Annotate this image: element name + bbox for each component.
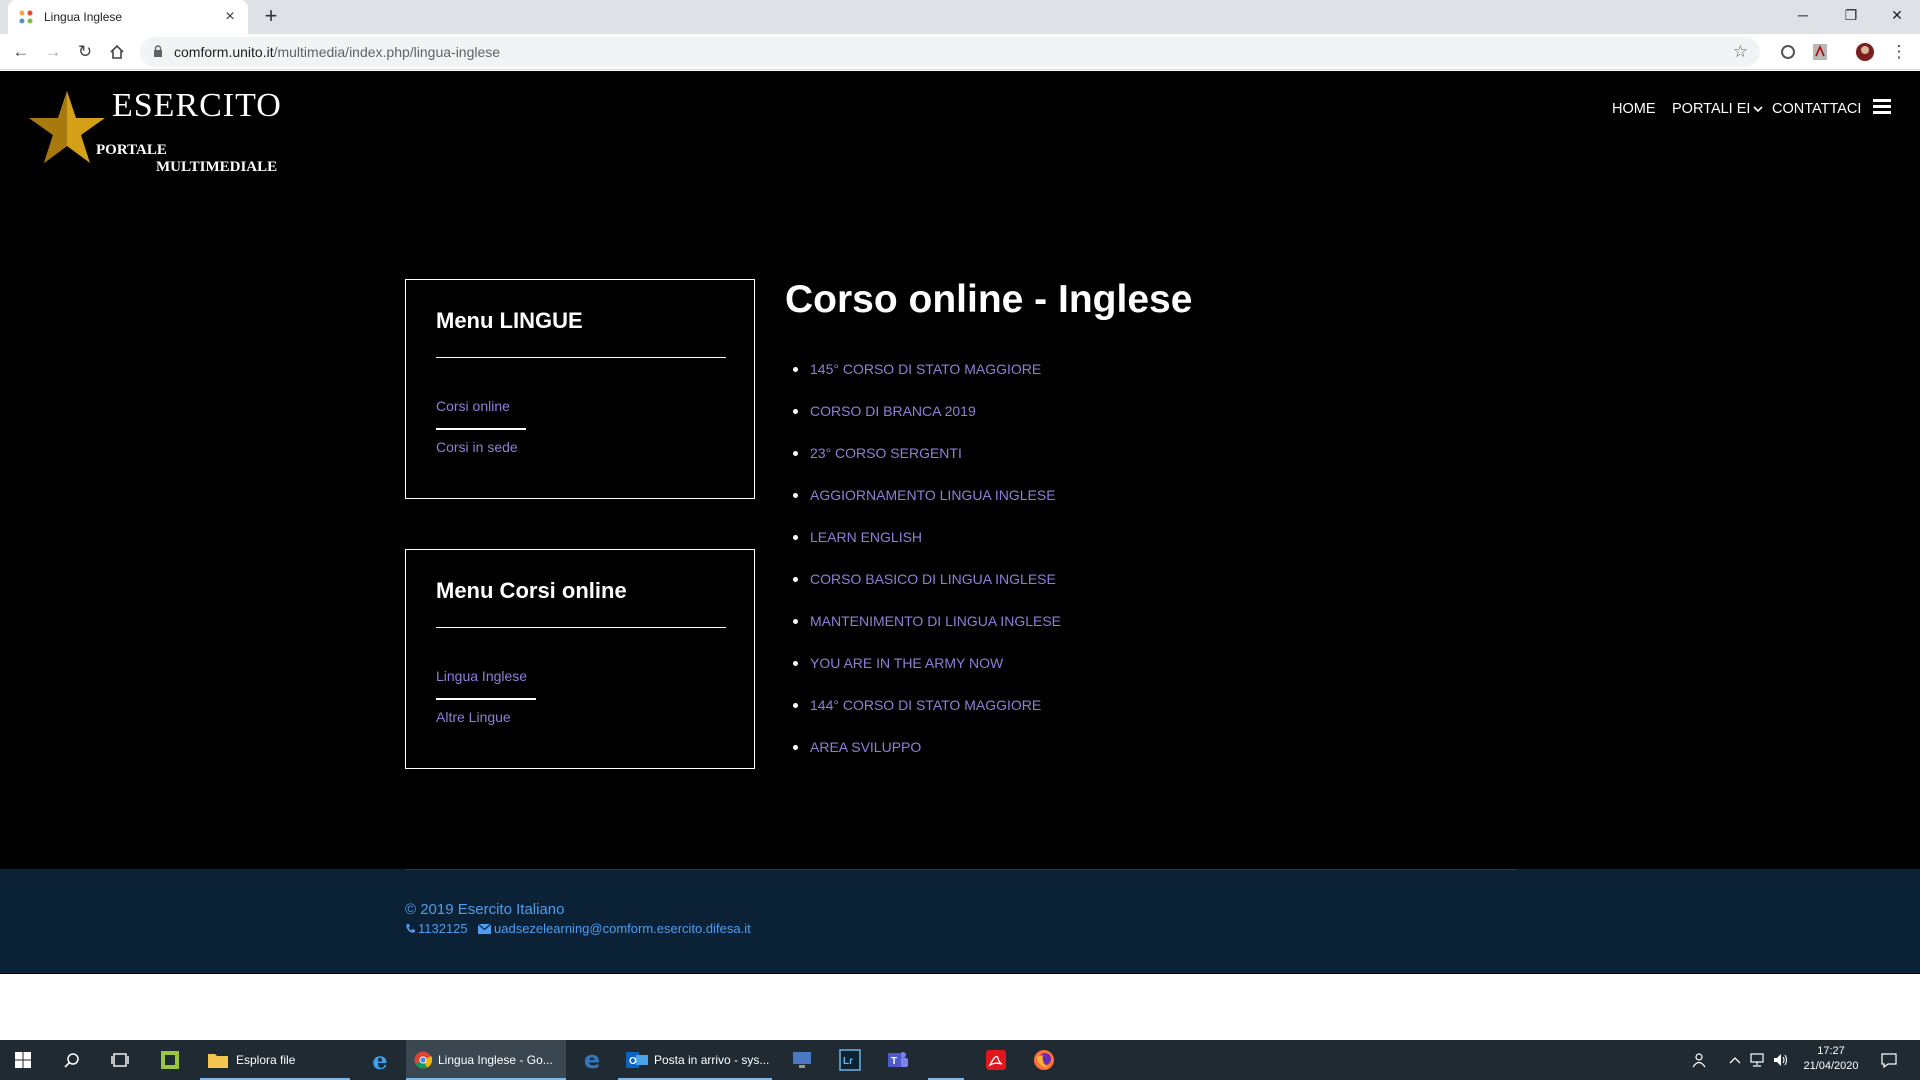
active-item-underline: [436, 698, 536, 700]
app-green-icon[interactable]: [148, 1040, 192, 1080]
taskbar-explorer[interactable]: Esplora file: [200, 1040, 350, 1080]
folder-icon: [208, 1054, 228, 1068]
reload-icon[interactable]: ↻: [74, 41, 96, 63]
logo-title: ESERCITO: [112, 87, 282, 124]
chrome-menu-icon[interactable]: ⋮: [1888, 41, 1910, 63]
taskbar-outlook-label: Posta in arrivo - sys...: [654, 1053, 770, 1067]
page-title: Corso online - Inglese: [785, 278, 1193, 321]
internet-explorer-icon[interactable]: e: [358, 1040, 402, 1080]
tab-close-icon[interactable]: ×: [222, 8, 238, 26]
browser-tab-strip: Lingua Inglese × + ─ ❐ ✕: [0, 0, 1920, 34]
course-link[interactable]: 23° CORSO SERGENTI: [793, 445, 962, 461]
notifications-icon[interactable]: [1872, 1040, 1906, 1080]
course-link[interactable]: CORSO BASICO DI LINGUA INGLESE: [793, 571, 1056, 587]
web-page: ESERCITO PORTALE MULTIMEDIALE HOME PORTA…: [0, 71, 1920, 974]
hamburger-menu-icon[interactable]: [1873, 99, 1891, 115]
tab-title: Lingua Inglese: [44, 10, 123, 24]
restore-icon[interactable]: ❐: [1828, 0, 1874, 30]
back-icon[interactable]: ←: [10, 41, 32, 63]
course-link[interactable]: AGGIORNAMENTO LINGUA INGLESE: [793, 487, 1056, 503]
phone-icon: [406, 924, 415, 933]
extension-circle-icon[interactable]: [1778, 42, 1798, 62]
menu-link-corsi-online[interactable]: Corsi online: [436, 398, 510, 414]
windows-taskbar: Esplora file e Lingua Inglese - Go... e …: [0, 1040, 1920, 1080]
svg-text:T: T: [891, 1056, 897, 1067]
menu-divider: [436, 357, 726, 358]
footer-copyright: © 2019 Esercito Italiano: [405, 901, 565, 918]
footer-email-address: uadsezelearning@comform.esercito.difesa.…: [494, 921, 751, 936]
menu-lingue-title: Menu LINGUE: [436, 308, 583, 333]
menu-link-corsi-in-sede[interactable]: Corsi in sede: [436, 439, 518, 455]
new-tab-button[interactable]: +: [258, 4, 284, 30]
lock-icon: [154, 45, 162, 57]
course-link[interactable]: YOU ARE IN THE ARMY NOW: [792, 655, 1003, 671]
acrobat-icon[interactable]: [974, 1040, 1018, 1080]
nav-contattaci[interactable]: CONTATTACI: [1772, 97, 1861, 121]
minimize-icon[interactable]: ─: [1780, 0, 1826, 30]
nav-portali-label: PORTALI EI: [1672, 101, 1751, 117]
bookmark-star-icon[interactable]: ☆: [1733, 42, 1748, 62]
url-text: comform.unito.it/multimedia/index.php/li…: [174, 44, 501, 60]
course-link[interactable]: AREA SVILUPPO: [792, 739, 921, 755]
chrome-icon: [414, 1051, 432, 1069]
teams-icon[interactable]: T: [876, 1040, 920, 1080]
menu-divider: [436, 627, 726, 628]
profile-avatar[interactable]: [1855, 42, 1875, 62]
course-link[interactable]: CORSO DI BRANCA 2019: [793, 403, 976, 419]
logo-subtitle-1: PORTALE: [96, 142, 167, 158]
system-clock[interactable]: 17:27 21/04/2020: [1796, 1040, 1866, 1080]
logo-subtitle-2: MULTIMEDIALE: [156, 159, 278, 175]
taskbar-chrome-label: Lingua Inglese - Go...: [438, 1053, 553, 1067]
edge-icon[interactable]: e: [570, 1040, 614, 1080]
taskbar-active-app[interactable]: [924, 1040, 968, 1080]
menu-corsi-online-box: Menu Corsi online Lingua Inglese Altre L…: [405, 549, 755, 769]
remote-desktop-icon[interactable]: [780, 1040, 824, 1080]
taskbar-outlook[interactable]: O Posta in arrivo - sys...: [618, 1040, 772, 1080]
taskbar-explorer-label: Esplora file: [236, 1053, 296, 1067]
course-link[interactable]: 144° CORSO DI STATO MAGGIORE: [792, 697, 1041, 713]
course-link[interactable]: MANTENIMENTO DI LINGUA INGLESE: [792, 613, 1061, 629]
nav-home[interactable]: HOME: [1612, 97, 1656, 121]
browser-tab[interactable]: Lingua Inglese ×: [8, 0, 248, 34]
pdf-extension-icon[interactable]: [1810, 42, 1830, 62]
forward-icon[interactable]: →: [42, 41, 64, 63]
taskbar-chrome[interactable]: Lingua Inglese - Go...: [406, 1040, 566, 1080]
menu-link-altre-lingue[interactable]: Altre Lingue: [436, 709, 511, 725]
close-window-icon[interactable]: ✕: [1874, 0, 1920, 30]
footer-phone[interactable]: 1132125: [405, 921, 468, 936]
windows-start-icon[interactable]: [0, 1040, 46, 1080]
lightroom-icon[interactable]: Lr: [828, 1040, 872, 1080]
nav-portali-ei[interactable]: PORTALI EI: [1672, 97, 1764, 121]
clock-time: 17:27: [1817, 1045, 1845, 1057]
volume-icon[interactable]: [1772, 1040, 1790, 1080]
outlook-icon: O: [626, 1052, 648, 1068]
site-logo[interactable]: ESERCITO PORTALE MULTIMEDIALE: [28, 87, 288, 177]
site-footer: © 2019 Esercito Italiano 1132125 uadseze…: [0, 869, 1920, 973]
active-item-underline: [436, 428, 526, 430]
task-view-icon[interactable]: [98, 1040, 142, 1080]
address-bar[interactable]: comform.unito.it/multimedia/index.php/li…: [140, 37, 1760, 67]
footer-divider: [405, 869, 1517, 870]
clock-date: 21/04/2020: [1803, 1060, 1859, 1072]
people-icon[interactable]: [1688, 1040, 1712, 1080]
joomla-favicon-icon: [19, 10, 33, 24]
star-logo-icon: [29, 91, 105, 163]
browser-toolbar: ← → ↻ comform.unito.it/multimedia/index.…: [0, 34, 1920, 70]
chevron-down-icon: [1753, 106, 1764, 113]
course-link[interactable]: LEARN ENGLISH: [792, 529, 922, 545]
menu-link-lingua-inglese[interactable]: Lingua Inglese: [436, 668, 527, 684]
chevron-up-icon[interactable]: [1726, 1040, 1744, 1080]
envelope-icon: [478, 923, 491, 934]
menu-corsi-title: Menu Corsi online: [436, 578, 627, 603]
svg-text:O: O: [629, 1056, 637, 1067]
firefox-icon[interactable]: [1022, 1040, 1066, 1080]
footer-phone-number: 1132125: [418, 921, 468, 936]
footer-email[interactable]: uadsezelearning@comform.esercito.difesa.…: [478, 921, 751, 936]
home-icon[interactable]: [106, 41, 128, 63]
svg-text:Lr: Lr: [843, 1056, 853, 1067]
network-icon[interactable]: [1748, 1040, 1766, 1080]
course-link[interactable]: 145° CORSO DI STATO MAGGIORE: [792, 361, 1041, 377]
search-icon[interactable]: [50, 1040, 94, 1080]
menu-lingue-box: Menu LINGUE Corsi online Corsi in sede: [405, 279, 755, 499]
